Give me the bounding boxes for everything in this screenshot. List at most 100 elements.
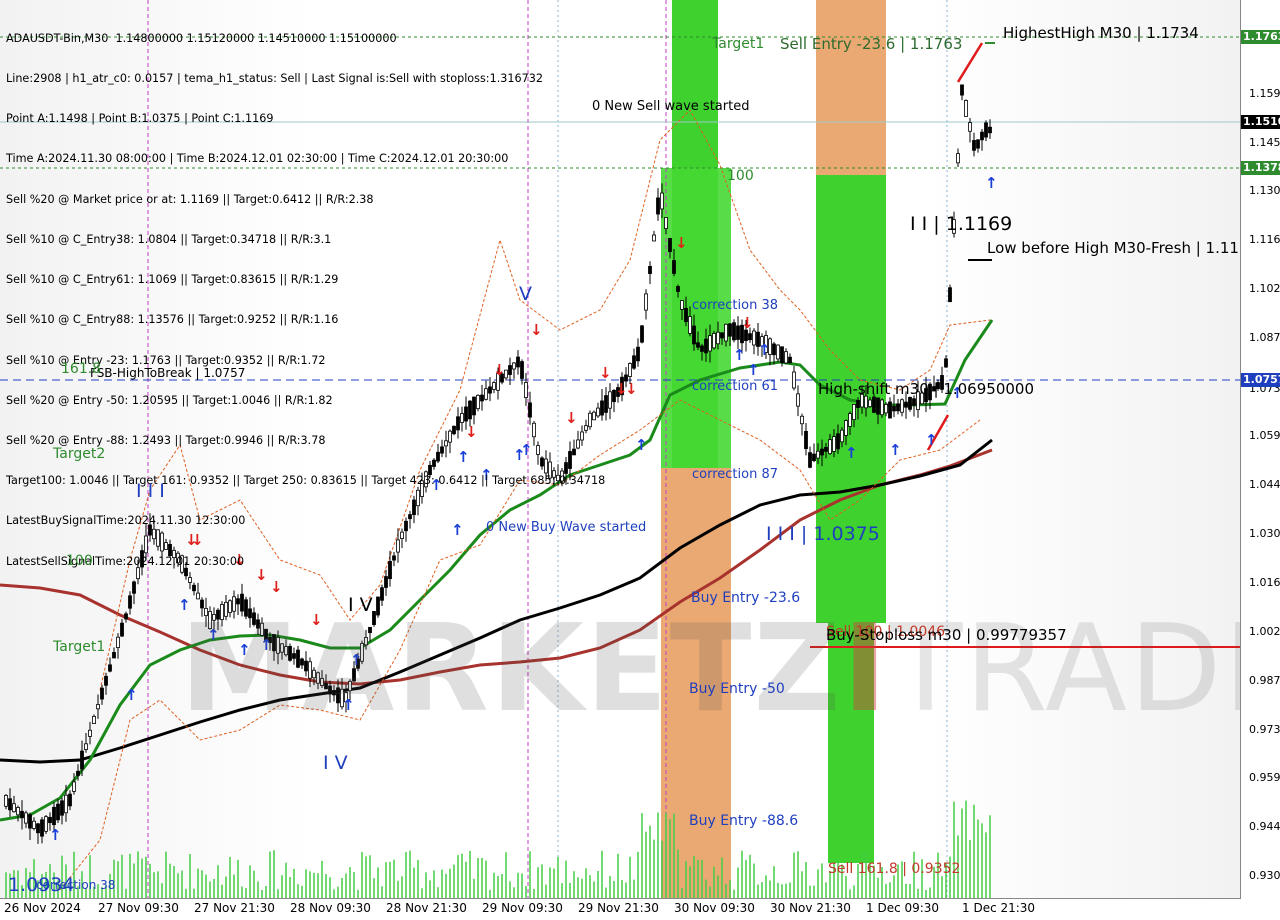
time-label: 30 Nov 21:30 (770, 901, 851, 915)
candle-body (636, 346, 640, 362)
buy-arrow-icon: ↑ (925, 431, 938, 449)
candle-body (888, 401, 892, 419)
candle-body (968, 122, 972, 132)
watermark-part1: MARKETZ (180, 600, 843, 739)
buy-arrow-icon: ↑ (985, 174, 998, 192)
price-tick: 1.002 (1249, 625, 1280, 638)
candle-body (676, 286, 680, 292)
candle-body (64, 794, 68, 814)
candle-body (984, 122, 988, 138)
candle-body (640, 325, 644, 343)
label-buy-entry-50: Buy Entry -50 (689, 681, 785, 697)
candle-body (912, 398, 916, 406)
price-axis[interactable]: 1.159 1.145 1.130 1.116 1.102 1.087 1.07… (1241, 0, 1280, 898)
candle-body (704, 338, 708, 354)
label-correction-38-bottom: correction 38 (36, 878, 116, 892)
candle-body (12, 803, 16, 813)
candle-body (648, 265, 652, 275)
candle-body (28, 814, 32, 829)
label-fsb: FSB-HighToBreak | 1.0757 (90, 366, 246, 380)
candle-body (716, 331, 720, 345)
sell-arrow-icon: ↓ (741, 314, 754, 332)
info-line: Time A:2024.11.30 08:00:00 | Time B:2024… (6, 152, 509, 166)
sell-arrow-icon: ↓ (675, 234, 688, 252)
label-sell-161: Sell 161.8 | 0.9352 (828, 861, 961, 877)
candle-body (76, 770, 80, 776)
price-tick: 0.973 (1249, 723, 1280, 736)
buy-arrow-icon: ↑ (889, 441, 902, 459)
time-label: 28 Nov 21:30 (386, 901, 467, 915)
label-100-left: 100 (66, 553, 93, 569)
candle-body (844, 420, 848, 436)
label-low-before-high: Low before High M30-Fresh | 1.11 (987, 239, 1239, 257)
label-wave-v: V (519, 283, 532, 305)
candle-body (808, 452, 812, 468)
candle-body (728, 323, 732, 337)
candle-body (104, 675, 108, 686)
label-new-buy-wave: 0 New Buy Wave started (486, 520, 647, 535)
candle-body (36, 823, 40, 834)
candle-body (20, 810, 24, 819)
watermark-part3: TRADE (889, 600, 1240, 739)
info-line: Sell %20 @ Market price or at: 1.1169 ||… (6, 192, 374, 206)
price-tick: 1.159 (1249, 87, 1280, 100)
candle-body (688, 316, 692, 334)
buy-arrow-icon: ↑ (733, 346, 746, 364)
time-label: 26 Nov 2024 (4, 901, 81, 915)
candle-body (608, 391, 612, 409)
info-line: Sell %20 @ Entry -50: 1.20595 || Target:… (6, 393, 333, 407)
price-tick: 1.030 (1249, 527, 1280, 540)
candle-body (696, 342, 700, 348)
candle-body (796, 393, 800, 407)
candle-body (680, 300, 684, 310)
info-line: Sell %10 @ C_Entry88: 1.13576 || Target:… (6, 313, 339, 327)
label-new-sell-wave: 0 New Sell wave started (592, 99, 750, 114)
candle-body (88, 729, 92, 737)
label-target1-top: Target1 (712, 36, 765, 52)
label-buy-entry-88: Buy Entry -88.6 (689, 813, 799, 829)
label-fib-161: 161.8 (61, 361, 102, 377)
candle-body (988, 126, 992, 134)
price-plot-area[interactable]: ↑ ↑ ↑ ↑ ↑ ↑ ↑ ↑ ↑ ↑ ↑ ↑ ↑ ↑ ↑ ↑ ↑ ↑ ↑ ↑ ↑ ↑ ↑ ↓ ↓ ↓ ↓ ↓ ↓ ↓ ↓ ↓ ↓ ↓ ↓ ↓ ↓ ↓ M… (0, 0, 1241, 899)
price-tag-fsb: 1.0757 (1241, 373, 1280, 387)
price-tick: 1.044 (1249, 478, 1280, 491)
candle-body (900, 399, 904, 413)
label-wave-iv-bottom: I V (323, 752, 348, 774)
candle-body (56, 803, 60, 821)
candle-body (32, 820, 36, 829)
candle-body (800, 415, 804, 425)
price-tick: 1.130 (1249, 184, 1280, 197)
candle-body (896, 403, 900, 412)
candle-body (852, 404, 856, 420)
time-label: 27 Nov 09:30 (98, 901, 179, 915)
candle-body (904, 401, 908, 408)
candle-body (772, 343, 776, 356)
candle-body (100, 687, 104, 700)
chart-window[interactable]: ↑ ↑ ↑ ↑ ↑ ↑ ↑ ↑ ↑ ↑ ↑ ↑ ↑ ↑ ↑ ↑ ↑ ↑ ↑ ↑ ↑ ↑ ↑ ↓ ↓ ↓ ↓ ↓ ↓ ↓ ↓ ↓ ↓ ↓ ↓ ↓ ↓ ↓ M… (0, 0, 1280, 920)
candle-body (732, 322, 736, 341)
candle-body (44, 816, 48, 832)
candle-body (684, 307, 688, 323)
candle-body (116, 636, 120, 648)
candle-body (780, 346, 784, 363)
candle-body (672, 260, 676, 274)
buy-arrow-icon: ↑ (758, 341, 771, 359)
candle-body (948, 287, 952, 303)
candle-body (868, 399, 872, 408)
watermark-part2: I (842, 600, 890, 739)
candle-body (632, 355, 636, 369)
candle-body (856, 400, 860, 408)
price-tick: 1.102 (1249, 282, 1280, 295)
price-tick: 0.930 (1249, 869, 1280, 882)
indicator-info-block: ADAUSDT-Bin,M30 1.14800000 1.15120000 1.… (6, 5, 605, 595)
candle-body (776, 344, 780, 360)
buy-arrow-icon: ↑ (845, 444, 858, 462)
label-wave-iv: I V (348, 594, 373, 616)
label-highest-high: HighestHigh M30 | 1.1734 (1003, 24, 1199, 42)
info-line: LatestSellSignalTime:2024.12.01 20:30:00 (6, 554, 245, 568)
label-buy-stoploss: Buy-Stoploss m30 | 0.99779357 (826, 626, 1067, 644)
label-correction-38: correction 38 (692, 298, 778, 313)
candle-body (828, 439, 832, 455)
time-axis[interactable]: 26 Nov 2024 27 Nov 09:30 27 Nov 21:30 28… (0, 899, 1240, 920)
candle-body (736, 325, 740, 340)
